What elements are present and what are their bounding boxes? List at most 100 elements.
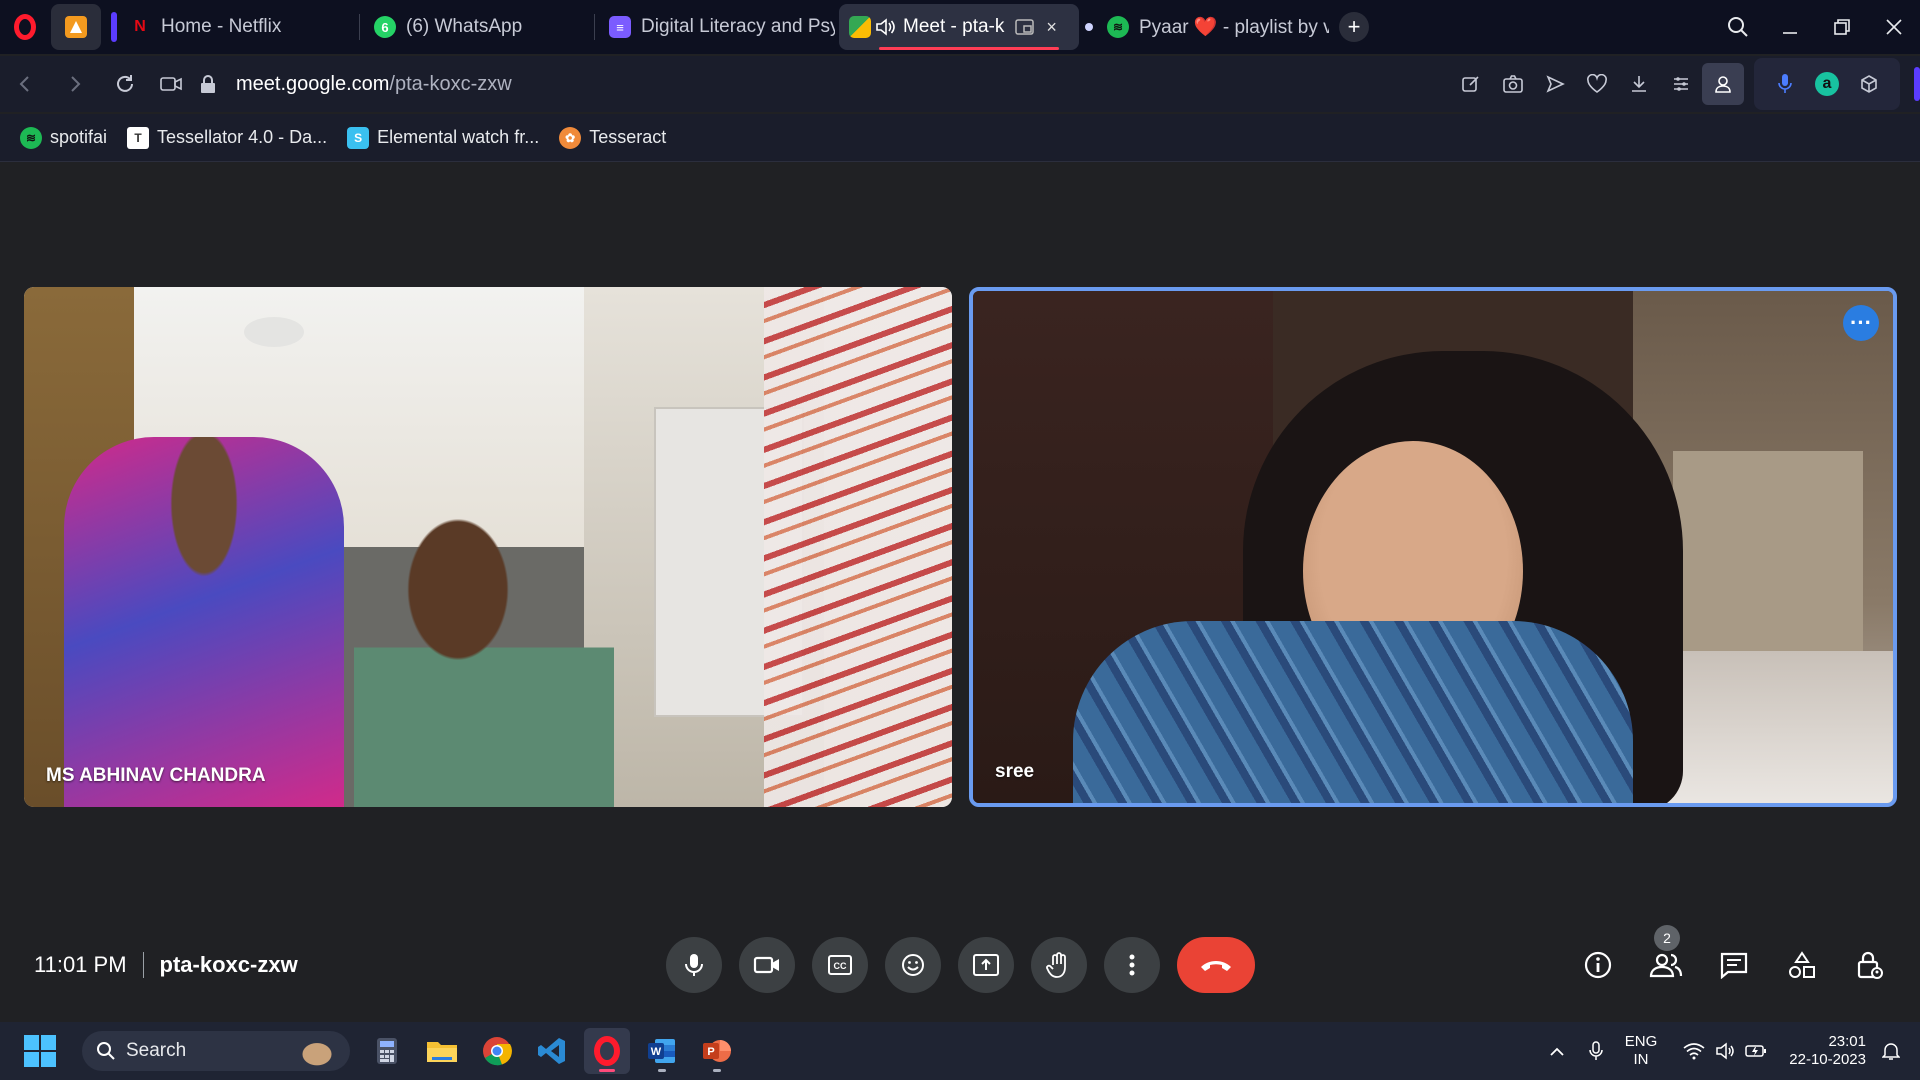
- chrome-icon: [483, 1037, 512, 1066]
- people-icon: [1649, 953, 1683, 978]
- edit-icon[interactable]: [1450, 63, 1492, 105]
- captions-icon: CC: [828, 955, 852, 975]
- lock-icon[interactable]: [200, 74, 216, 94]
- search-highlight-icon: [292, 1035, 342, 1067]
- language-indicator[interactable]: ENG IN: [1625, 1033, 1658, 1069]
- tab-spotify-playlist[interactable]: ≋ Pyaar ❤️ - playlist by vi: [1097, 4, 1329, 50]
- camera-in-use-icon[interactable]: [160, 75, 182, 93]
- svg-text:W: W: [651, 1046, 662, 1058]
- present-screen-icon: [973, 954, 999, 976]
- chrome-app[interactable]: [474, 1028, 520, 1074]
- microphone-icon[interactable]: [1764, 63, 1806, 105]
- heart-icon[interactable]: [1576, 63, 1618, 105]
- show-hidden-icons[interactable]: [1549, 1045, 1565, 1057]
- easy-setup-icon[interactable]: [1660, 63, 1702, 105]
- vscode-app[interactable]: [529, 1028, 575, 1074]
- bookmark-label: Tesseract: [589, 127, 667, 147]
- netflix-icon: N: [134, 18, 146, 35]
- bookmark-elemental[interactable]: S Elemental watch fr...: [347, 126, 540, 149]
- chat-button[interactable]: [1706, 937, 1762, 993]
- tab-label: (6) WhatsApp: [406, 16, 523, 37]
- search-tabs-icon[interactable]: [1712, 0, 1764, 54]
- windows-start-icon[interactable]: [24, 1035, 56, 1067]
- speaker-icon[interactable]: [875, 17, 897, 37]
- present-screen-button[interactable]: [958, 937, 1014, 993]
- reload-icon[interactable]: [100, 59, 150, 109]
- tab-label: Home - Netflix: [161, 16, 282, 37]
- tesseract-icon: ✿: [559, 126, 582, 149]
- more-options-icon[interactable]: ···: [1843, 305, 1879, 341]
- wifi-icon[interactable]: [1683, 1042, 1705, 1060]
- restore-icon[interactable]: [1816, 0, 1868, 54]
- battery-icon[interactable]: [1745, 1043, 1767, 1059]
- notification-bell-icon[interactable]: [1882, 1041, 1900, 1061]
- leave-call-button[interactable]: [1177, 937, 1255, 993]
- opera-app[interactable]: [584, 1028, 630, 1074]
- new-tab-button[interactable]: +: [1339, 12, 1369, 42]
- screen: N Home - Netflix 6 (6) WhatsApp ≡ Digita…: [0, 0, 1920, 1080]
- camera-button[interactable]: [739, 937, 795, 993]
- snapshot-icon[interactable]: [1492, 63, 1534, 105]
- picture-in-picture-icon[interactable]: [1014, 17, 1036, 37]
- opera-icon: [594, 1036, 620, 1066]
- chat-icon: [1720, 952, 1748, 979]
- aria-icon[interactable]: a: [1806, 63, 1848, 105]
- tab-whatsapp[interactable]: 6 (6) WhatsApp: [364, 4, 590, 50]
- send-icon[interactable]: [1534, 63, 1576, 105]
- microphone-icon: [685, 954, 703, 976]
- word-app[interactable]: W: [639, 1028, 685, 1074]
- microphone-button[interactable]: [666, 937, 722, 993]
- system-tray: ENG IN 23:01 22-10-2023: [1531, 1022, 1900, 1080]
- bookmark-spotifai[interactable]: ≋ spotifai: [20, 126, 107, 149]
- meet-control-bar: 11:01 PM pta-koxc-zxw CC 2: [0, 920, 1920, 1020]
- tessellator-icon: T: [127, 126, 150, 149]
- tab-label: Meet - pta-k: [903, 16, 1005, 37]
- call-controls: CC: [666, 937, 1255, 993]
- window-controls: [1712, 0, 1920, 54]
- download-icon[interactable]: [1618, 63, 1660, 105]
- forward-icon[interactable]: [50, 59, 100, 109]
- close-tab-icon[interactable]: ×: [1046, 17, 1057, 38]
- raise-hand-button[interactable]: [1031, 937, 1087, 993]
- windows-taskbar: Search W P ENG IN 23:01 22-10-2023: [0, 1022, 1920, 1080]
- microphone-tray-icon[interactable]: [1589, 1041, 1603, 1061]
- profile-icon[interactable]: [1702, 63, 1744, 105]
- bookmark-tessellator[interactable]: T Tessellator 4.0 - Da...: [127, 126, 327, 149]
- close-window-icon[interactable]: [1868, 0, 1920, 54]
- powerpoint-app[interactable]: P: [694, 1028, 740, 1074]
- bookmark-label: Elemental watch fr...: [377, 127, 540, 147]
- svg-text:CC: CC: [834, 961, 847, 971]
- back-icon[interactable]: [0, 59, 50, 109]
- meet-icon: [849, 16, 871, 38]
- url-field[interactable]: meet.google.com/pta-koxc-zxw: [160, 56, 512, 112]
- participant-video: [64, 437, 344, 807]
- activities-button[interactable]: [1774, 937, 1830, 993]
- bookmark-tesseract[interactable]: ✿ Tesseract: [559, 126, 667, 149]
- extensions-icon[interactable]: [1848, 63, 1890, 105]
- volume-icon[interactable]: [1715, 1042, 1735, 1060]
- minimize-icon[interactable]: [1764, 0, 1816, 54]
- opera-menu-icon[interactable]: [5, 7, 45, 47]
- captions-button[interactable]: CC: [812, 937, 868, 993]
- meeting-details-button[interactable]: [1570, 937, 1626, 993]
- workspace-button[interactable]: [51, 4, 101, 50]
- tab-netflix[interactable]: N Home - Netflix: [105, 4, 355, 50]
- participant-tile-active-speaker[interactable]: ··· sree: [969, 287, 1897, 807]
- tab-digital-literacy[interactable]: ≡ Digital Literacy and Psyc: [599, 4, 835, 50]
- participant-tile[interactable]: MS ABHINAV CHANDRA: [24, 287, 952, 807]
- system-clock[interactable]: 23:01 22-10-2023: [1789, 1033, 1866, 1069]
- tab-meet[interactable]: Meet - pta-k ×: [839, 4, 1079, 50]
- calculator-app[interactable]: [364, 1028, 410, 1074]
- reactions-button[interactable]: [885, 937, 941, 993]
- people-button[interactable]: 2: [1638, 925, 1694, 993]
- tab-label: Digital Literacy and Psyc: [641, 16, 835, 37]
- search-icon: [97, 1042, 115, 1060]
- file-explorer-app[interactable]: [419, 1028, 465, 1074]
- host-controls-button[interactable]: [1842, 937, 1898, 993]
- more-options-button[interactable]: [1104, 937, 1160, 993]
- raise-hand-icon: [1046, 952, 1066, 978]
- tab-label: Pyaar ❤️ - playlist by vi: [1139, 17, 1329, 38]
- hang-up-icon: [1201, 961, 1231, 971]
- svg-text:P: P: [707, 1046, 714, 1058]
- taskbar-search[interactable]: Search: [82, 1031, 350, 1071]
